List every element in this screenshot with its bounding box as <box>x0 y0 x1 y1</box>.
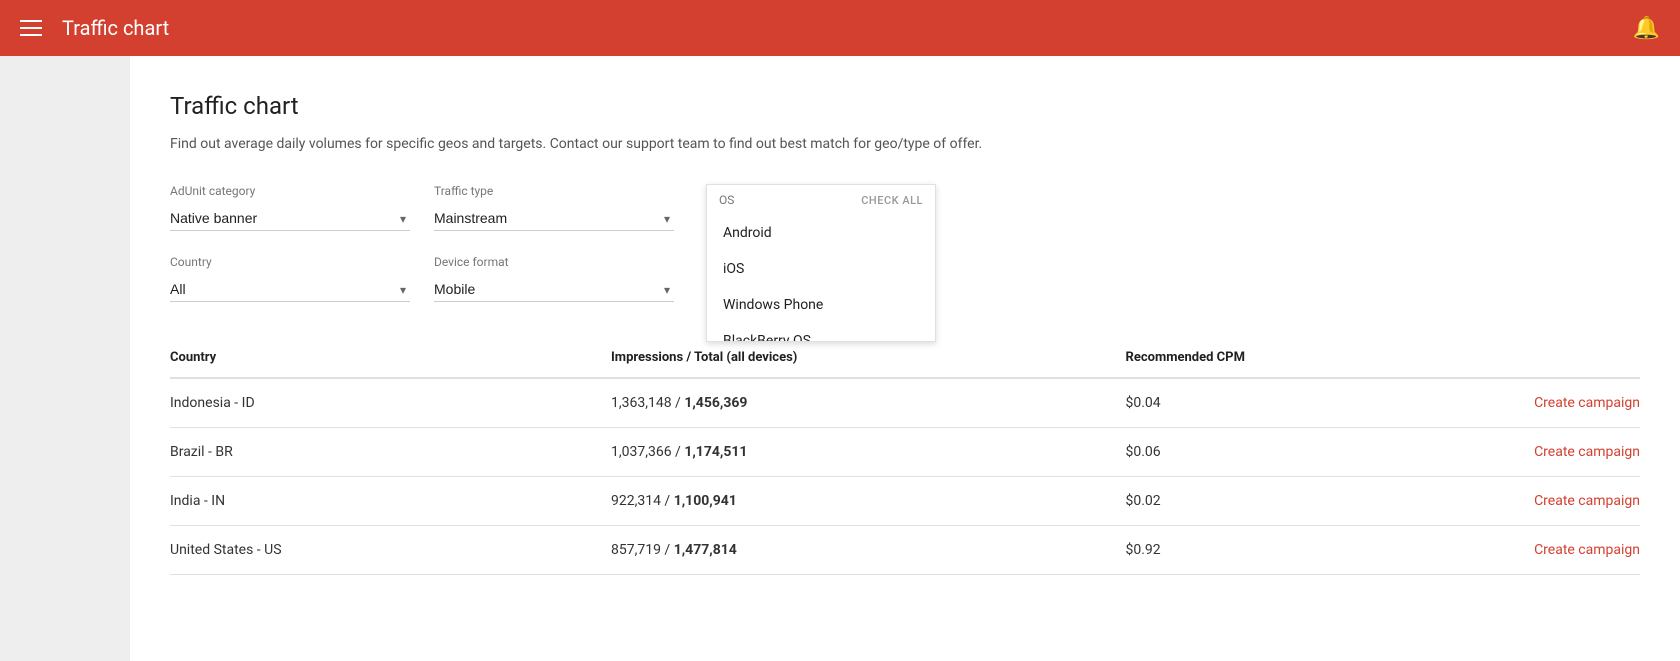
table-body: Indonesia - ID 1,363,148 / 1,456,369 $0.… <box>170 378 1640 575</box>
os-check-all[interactable]: CHECK ALL <box>861 194 923 207</box>
country-select-wrapper: All Indonesia - ID Brazil - BR India - I… <box>170 277 410 302</box>
device-format-select-wrapper: Mobile Desktop Tablet <box>434 277 674 302</box>
main-content: Traffic chart Find out average daily vol… <box>130 56 1680 661</box>
table-row: United States - US 857,719 / 1,477,814 $… <box>170 526 1640 575</box>
filter-area: AdUnit category Native banner Banner Int… <box>170 184 1640 342</box>
cell-country: India - IN <box>170 477 611 526</box>
adunit-category-field: AdUnit category Native banner Banner Int… <box>170 184 410 231</box>
create-campaign-link[interactable]: Create campaign <box>1534 493 1640 509</box>
cell-cpm: $0.06 <box>1126 428 1420 477</box>
table-row: India - IN 922,314 / 1,100,941 $0.02 Cre… <box>170 477 1640 526</box>
cell-impressions: 1,363,148 / 1,456,369 <box>611 378 1126 428</box>
table-header-row: Country Impressions / Total (all devices… <box>170 342 1640 378</box>
cell-impressions: 857,719 / 1,477,814 <box>611 526 1126 575</box>
sidebar <box>0 56 130 661</box>
page-title: Traffic chart <box>170 92 1640 120</box>
create-campaign-link[interactable]: Create campaign <box>1534 395 1640 411</box>
os-item-ios[interactable]: iOS <box>707 251 935 287</box>
cell-cpm: $0.02 <box>1126 477 1420 526</box>
device-format-field: Device format Mobile Desktop Tablet <box>434 255 674 302</box>
traffic-table: Country Impressions / Total (all devices… <box>170 342 1640 575</box>
os-item-android[interactable]: Android <box>707 215 935 251</box>
table-row: Indonesia - ID 1,363,148 / 1,456,369 $0.… <box>170 378 1640 428</box>
cell-impressions: 1,037,366 / 1,174,511 <box>611 428 1126 477</box>
adunit-category-label: AdUnit category <box>170 184 410 198</box>
menu-icon[interactable] <box>20 20 42 36</box>
device-format-select[interactable]: Mobile Desktop Tablet <box>434 277 674 302</box>
bell-icon[interactable]: 🔔 <box>1633 16 1660 41</box>
adunit-category-select-wrapper: Native banner Banner Interstitial Video <box>170 206 410 231</box>
adunit-category-select[interactable]: Native banner Banner Interstitial Video <box>170 206 410 231</box>
create-campaign-link[interactable]: Create campaign <box>1534 444 1640 460</box>
table-row: Brazil - BR 1,037,366 / 1,174,511 $0.06 … <box>170 428 1640 477</box>
col-header-cpm: Recommended CPM <box>1126 342 1420 378</box>
os-list: Android iOS Windows Phone BlackBerry OS <box>707 211 935 341</box>
cell-country: Brazil - BR <box>170 428 611 477</box>
cell-impressions: 922,314 / 1,100,941 <box>611 477 1126 526</box>
device-format-label: Device format <box>434 255 674 269</box>
cell-country: United States - US <box>170 526 611 575</box>
traffic-type-label: Traffic type <box>434 184 674 198</box>
os-label: OS <box>719 193 734 207</box>
cell-cpm: $0.04 <box>1126 378 1420 428</box>
cell-cpm: $0.92 <box>1126 526 1420 575</box>
topbar: Traffic chart 🔔 <box>0 0 1680 56</box>
topbar-title: Traffic chart <box>62 16 1633 40</box>
cell-country: Indonesia - ID <box>170 378 611 428</box>
traffic-type-select-wrapper: Mainstream Adult <box>434 206 674 231</box>
filter-group-middle: Traffic type Mainstream Adult Device for… <box>434 184 674 302</box>
os-item-blackberry[interactable]: BlackBerry OS <box>707 323 935 341</box>
traffic-type-select[interactable]: Mainstream Adult <box>434 206 674 231</box>
os-item-windows-phone[interactable]: Windows Phone <box>707 287 935 323</box>
cell-action: Create campaign <box>1420 378 1641 428</box>
country-field: Country All Indonesia - ID Brazil - BR I… <box>170 255 410 302</box>
create-campaign-link[interactable]: Create campaign <box>1534 542 1640 558</box>
page-description: Find out average daily volumes for speci… <box>170 136 1640 152</box>
country-label: Country <box>170 255 410 269</box>
country-select[interactable]: All Indonesia - ID Brazil - BR India - I… <box>170 277 410 302</box>
filter-group-left: AdUnit category Native banner Banner Int… <box>170 184 410 302</box>
table-section: Country Impressions / Total (all devices… <box>170 342 1640 575</box>
cell-action: Create campaign <box>1420 526 1641 575</box>
cell-action: Create campaign <box>1420 428 1641 477</box>
os-panel: OS CHECK ALL Android iOS Windows Phone B… <box>706 184 936 342</box>
os-header: OS CHECK ALL <box>707 185 935 211</box>
col-header-country: Country <box>170 342 611 378</box>
cell-action: Create campaign <box>1420 477 1641 526</box>
traffic-type-field: Traffic type Mainstream Adult <box>434 184 674 231</box>
col-header-impressions: Impressions / Total (all devices) <box>611 342 1126 378</box>
col-header-action <box>1420 342 1641 378</box>
